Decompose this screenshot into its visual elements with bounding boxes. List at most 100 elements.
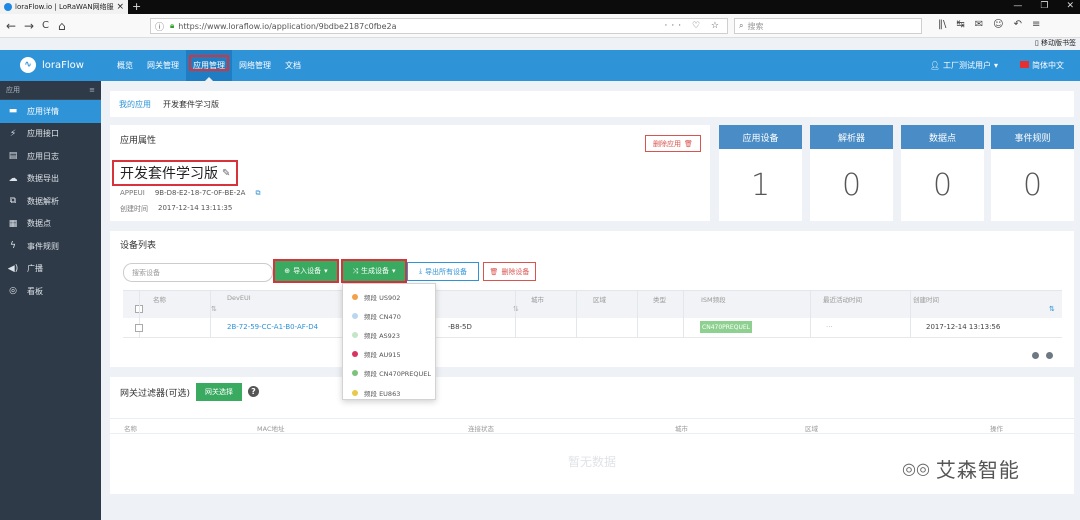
created-value: 2017-12-14 13:11:35 xyxy=(158,204,233,212)
import-devices-button[interactable]: ⊕ 导入设备 ▾ xyxy=(273,259,339,283)
sidebar-item-label: 数据导出 xyxy=(27,174,59,184)
sidebar-item-app-log[interactable]: ▤ 应用日志 xyxy=(0,145,101,168)
nav-network[interactable]: 网络管理 xyxy=(232,50,278,81)
breadcrumb-my-apps[interactable]: 我的应用 xyxy=(119,99,151,110)
back-button[interactable]: ← xyxy=(6,18,16,34)
url-text[interactable]: https://www.loraflow.io/application/9bdb… xyxy=(178,22,664,31)
band-item-eu863[interactable]: 频段 EU863 xyxy=(343,383,435,402)
device-search-input[interactable]: 搜索设备 xyxy=(123,263,273,282)
page-dot[interactable] xyxy=(1046,352,1053,359)
address-bar[interactable]: ⓘ 🔒︎ https://www.loraflow.io/application… xyxy=(150,18,728,34)
watermark: ◎◎ 艾森智能 xyxy=(902,454,1020,483)
col-created[interactable]: 创建时间 xyxy=(913,294,939,304)
sidebar-item-data-parse[interactable]: ⧉ 数据解析 xyxy=(0,190,101,213)
tab-close-icon[interactable]: × xyxy=(116,2,124,12)
tab-title: loraFlow.io | LoRaWAN网络服 xyxy=(15,3,114,11)
col-city[interactable]: 城市 xyxy=(531,294,544,304)
band-item-us902[interactable]: 频段 US902 xyxy=(343,287,435,306)
account-icon[interactable]: ☺ xyxy=(993,19,1003,30)
sidebar-item-datapoints[interactable]: ▦ 数据点 xyxy=(0,213,101,236)
info-icon[interactable]: ⓘ xyxy=(155,20,164,33)
nav-applications[interactable]: 应用管理 xyxy=(186,50,232,81)
forward-button[interactable]: → xyxy=(24,18,34,34)
stat-datapoints[interactable]: 数据点 0 xyxy=(901,125,984,221)
page-actions-icon[interactable]: ··· ♡ ☆ xyxy=(665,21,723,31)
delete-app-button[interactable]: 删除应用 🗑︎ xyxy=(645,135,701,152)
cell-deveui[interactable]: 2B-72-59-CC-A1-B0-AF-D4 xyxy=(227,323,318,331)
band-dot xyxy=(352,293,358,300)
dashboard-icon: ◎ xyxy=(9,286,17,297)
undo-icon[interactable]: ↶ xyxy=(1014,19,1022,30)
user-name: 工厂测试用户 xyxy=(942,61,991,70)
col-ism[interactable]: ISM频段 xyxy=(701,294,726,304)
band-dot xyxy=(352,331,358,338)
sidebar-item-label: 数据解析 xyxy=(27,196,59,206)
help-icon[interactable]: ? xyxy=(248,386,259,397)
band-item-as923[interactable]: 频段 AS923 xyxy=(343,325,435,344)
window-controls: — ❐ ✕ xyxy=(1013,0,1074,13)
row-checkbox[interactable] xyxy=(135,324,143,332)
sidebar-item-app-details[interactable]: ▬ 应用详情 xyxy=(0,100,101,123)
reload-button[interactable]: C xyxy=(42,18,49,34)
nav-overview[interactable]: 概览 xyxy=(110,50,140,81)
message-icon[interactable]: ✉ xyxy=(975,19,983,30)
gateway-select-button[interactable]: 网关选择 xyxy=(196,383,242,401)
home-button[interactable]: ⌂ xyxy=(58,18,66,34)
nav-docs[interactable]: 文档 xyxy=(278,50,308,81)
menu-icon[interactable]: ≡ xyxy=(1032,19,1040,30)
band-item-au915[interactable]: 频段 AU915 xyxy=(343,345,435,364)
sidebar-item-broadcast[interactable]: ◀) 广播 xyxy=(0,258,101,281)
sort-icon[interactable]: ⇅ xyxy=(1049,305,1055,313)
copy-icon[interactable]: ⧉ xyxy=(255,189,260,198)
nav-gateways[interactable]: 网关管理 xyxy=(140,50,186,81)
col-deveui[interactable]: DevEUI xyxy=(227,294,251,302)
col-type[interactable]: 类型 xyxy=(653,294,666,304)
site-favicon-icon xyxy=(4,3,12,11)
col-last-active[interactable]: 最近活动时间 xyxy=(823,294,862,304)
browser-search-box[interactable]: ⌕ 搜索 xyxy=(734,18,922,34)
sidebar-item-dashboard[interactable]: ◎ 看板 xyxy=(0,280,101,303)
breadcrumb-current: 开发套件学习版 xyxy=(163,99,219,109)
logo-text: loraFlow xyxy=(42,59,84,71)
appeui-row: APPEUI 9B-D8-E2-18-7C-0F-BE-2A ⧉ xyxy=(120,189,260,198)
sidebar-item-event-rules[interactable]: ϟ 事件规则 xyxy=(0,235,101,258)
page-dot[interactable] xyxy=(1032,352,1039,359)
bolt-icon: ϟ xyxy=(10,241,16,252)
stat-devices[interactable]: 应用设备 1 xyxy=(719,125,802,221)
library-icon[interactable]: ‖\ xyxy=(938,19,946,30)
close-window-button[interactable]: ✕ xyxy=(1066,0,1074,13)
user-menu[interactable]: 👤︎ 工厂测试用户 ▾ xyxy=(930,60,998,71)
table-row[interactable]: 2B-72-59-CC-A1-B0-AF-D4 -B8-5D CN470PREQ… xyxy=(123,318,1062,338)
collapse-icon[interactable]: ≡ xyxy=(89,86,95,94)
export-devices-button[interactable]: ⤓ 导出所有设备 xyxy=(407,262,479,281)
sidebar-item-label: 数据点 xyxy=(27,219,51,229)
device-search-placeholder: 搜索设备 xyxy=(132,268,160,277)
minimize-button[interactable]: — xyxy=(1013,0,1022,13)
sidebar-item-data-export[interactable]: ☁ 数据导出 xyxy=(0,168,101,191)
sidebar: 应用 ≡ ▬ 应用详情 ⚡ 应用接口 ▤ 应用日志 ☁ 数据导出 ⧉ 数据解析 ▦ 数据点 … xyxy=(0,81,101,520)
sidebar-item-app-api[interactable]: ⚡ 应用接口 xyxy=(0,123,101,146)
pencil-icon[interactable]: ✎ xyxy=(222,168,230,179)
sort-icon[interactable]: ⇅ xyxy=(211,305,217,313)
mobile-bookmarks[interactable]: ▯ 移动版书签 xyxy=(1035,38,1076,48)
restore-button[interactable]: ❐ xyxy=(1040,0,1048,13)
generate-devices-button[interactable]: ⤨ 生成设备 ▾ xyxy=(341,259,407,283)
stat-parsers[interactable]: 解析器 0 xyxy=(810,125,893,221)
band-item-cn470[interactable]: 频段 CN470 xyxy=(343,306,435,325)
logo[interactable]: ∿ loraFlow xyxy=(20,57,84,73)
new-tab-button[interactable]: + xyxy=(132,0,141,13)
band-item-cn470prequel[interactable]: 频段 CN470PREQUEL xyxy=(343,364,435,383)
col-name[interactable]: 名称 xyxy=(153,294,166,304)
stat-event-rules[interactable]: 事件规则 0 xyxy=(991,125,1074,221)
trash-icon: 🗑︎ xyxy=(684,139,693,148)
browser-tab[interactable]: loraFlow.io | LoRaWAN网络服 × xyxy=(0,0,128,14)
logo-icon: ∿ xyxy=(20,57,36,73)
sidebar-icon[interactable]: ↹ xyxy=(956,19,964,30)
stat-value: 0 xyxy=(932,167,953,203)
search-icon: ⌕ xyxy=(739,21,744,30)
col-area[interactable]: 区域 xyxy=(593,294,606,304)
chevron-down-icon: ▾ xyxy=(324,267,328,275)
browser-tab-bar: loraFlow.io | LoRaWAN网络服 × + — ❐ ✕ xyxy=(0,0,1080,14)
delete-devices-button[interactable]: 🗑︎ 删除设备 xyxy=(483,262,536,281)
language-switch[interactable]: 简体中文 xyxy=(1020,60,1064,71)
